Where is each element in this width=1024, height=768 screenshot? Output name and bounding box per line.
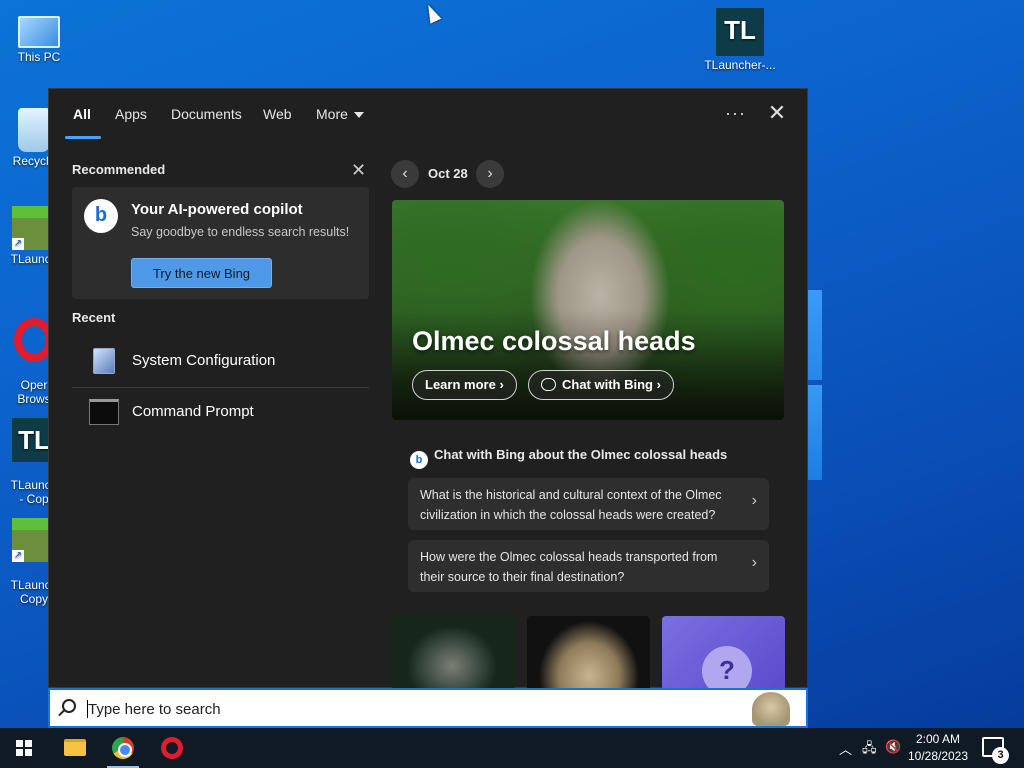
chat-bing-heading: b Chat with Bing about the Olmec colossal… [410, 447, 727, 469]
taskbar-chrome[interactable] [99, 728, 147, 768]
show-hidden-icons-button[interactable]: ︿ [839, 739, 852, 758]
desktop-icon-this-pc[interactable]: This PC [1, 10, 77, 64]
close-panel-button[interactable]: ✕ [765, 101, 789, 125]
chevron-right-icon: › [656, 377, 661, 392]
copilot-card: b Your AI-powered copilot Say goodbye to… [72, 187, 369, 299]
recent-item-label: System Configuration [132, 352, 276, 369]
recent-heading: Recent [72, 310, 116, 325]
thumbnail-card[interactable] [527, 616, 650, 689]
suggested-question[interactable]: What is the historical and cultural cont… [408, 478, 769, 530]
shortcut-arrow-icon: ↗ [12, 550, 24, 562]
next-day-button[interactable]: › [476, 160, 504, 188]
close-icon: ✕ [351, 160, 367, 180]
chevron-left-icon: ‹ [402, 165, 408, 182]
recommended-heading: Recommended [72, 162, 166, 177]
tab-more[interactable]: More [316, 106, 364, 122]
bing-logo-icon: b [84, 199, 118, 233]
chat-with-bing-button[interactable]: Chat with Bing › [528, 370, 674, 400]
start-button[interactable] [0, 728, 48, 768]
close-icon: ✕ [767, 100, 787, 125]
taskbar-search-box[interactable] [48, 688, 808, 728]
copilot-card-subtitle: Say goodbye to endless search results! [131, 225, 350, 239]
search-input[interactable] [88, 696, 728, 722]
suggested-question-text: What is the historical and cultural cont… [420, 488, 722, 522]
divider [72, 387, 369, 388]
chat-bing-heading-text: Chat with Bing about the Olmec colossal … [434, 447, 728, 462]
suggested-question-text: How were the Olmec colossal heads transp… [420, 550, 718, 584]
tab-documents[interactable]: Documents [171, 106, 242, 122]
chevron-right-icon: › [751, 554, 757, 571]
recent-item-system-configuration[interactable]: System Configuration [72, 339, 369, 385]
system-clock[interactable]: 2:00 AM 10/28/2023 [902, 731, 974, 765]
chevron-down-icon [353, 112, 364, 119]
chevron-up-icon: ︿ [839, 742, 853, 757]
learn-more-label: Learn more [425, 377, 496, 392]
search-panel: All Apps Documents Web More ··· ✕ Recomm… [48, 88, 808, 689]
clock-date: 10/28/2023 [907, 749, 969, 763]
chevron-right-icon: › [751, 492, 757, 509]
network-icon[interactable]: 🖧 [862, 739, 877, 761]
search-tabs: All Apps Documents Web More ··· ✕ [49, 89, 807, 139]
recycle-bin-icon [18, 108, 50, 152]
search-highlight-thumbnail[interactable] [752, 692, 790, 726]
chat-bubble-icon [541, 378, 556, 391]
hero-card[interactable]: Olmec colossal heads Learn more › Chat w… [392, 200, 784, 420]
system-configuration-icon [93, 348, 115, 374]
command-prompt-icon [89, 399, 119, 425]
file-explorer-icon [64, 739, 86, 756]
taskbar-opera[interactable] [148, 728, 196, 768]
chat-with-bing-label: Chat with Bing [562, 377, 653, 392]
question-mark-icon: ? [702, 646, 752, 689]
tlauncher-icon: TL [716, 8, 764, 56]
highlight-date: Oct 28 [428, 166, 468, 181]
recent-item-label: Command Prompt [132, 403, 254, 420]
chrome-icon [112, 737, 134, 759]
chevron-right-icon: › [499, 377, 504, 392]
windows-logo-icon [16, 740, 32, 756]
suggested-question[interactable]: How were the Olmec colossal heads transp… [408, 540, 769, 592]
previous-day-button[interactable]: ‹ [391, 160, 419, 188]
tab-all[interactable]: All [73, 106, 91, 122]
search-icon [62, 699, 76, 713]
hero-title: Olmec colossal heads [412, 326, 696, 356]
computer-icon [18, 16, 60, 48]
shortcut-arrow-icon: ↗ [12, 238, 24, 250]
learn-more-button[interactable]: Learn more › [412, 370, 517, 400]
tab-more-label: More [316, 106, 348, 122]
thumbnail-card[interactable] [392, 616, 515, 689]
chevron-right-icon: › [487, 165, 493, 182]
desktop-icon-label: This PC [17, 50, 61, 64]
desktop-icon-label: TLauncher-... [704, 58, 776, 72]
dismiss-recommended-button[interactable]: ✕ [351, 160, 366, 181]
volume-muted-icon[interactable]: 🔇 [885, 739, 901, 755]
thumbnail-card[interactable]: ? [662, 616, 785, 689]
tab-web[interactable]: Web [263, 106, 292, 122]
notification-count-badge: 3 [992, 747, 1009, 764]
bing-logo-icon: b [410, 451, 428, 469]
more-options-button[interactable]: ··· [725, 103, 746, 124]
opera-icon [161, 737, 183, 759]
taskbar: ︿ 🖧 🔇 2:00 AM 10/28/2023 3 [0, 728, 1024, 768]
try-new-bing-button[interactable]: Try the new Bing [131, 258, 272, 288]
copilot-card-title: Your AI-powered copilot [131, 201, 303, 218]
mouse-cursor-icon [422, 2, 442, 24]
desktop-icon-tlauncher-right[interactable]: TL TLauncher-... [702, 8, 778, 72]
taskbar-file-explorer[interactable] [50, 728, 98, 768]
tab-apps[interactable]: Apps [115, 106, 147, 122]
recent-item-command-prompt[interactable]: Command Prompt [72, 390, 369, 436]
clock-time: 2:00 AM [915, 732, 961, 746]
desktop-icon-label: Oper Brows [17, 378, 51, 406]
active-tab-indicator [65, 136, 101, 139]
ellipsis-icon: ··· [725, 103, 746, 123]
